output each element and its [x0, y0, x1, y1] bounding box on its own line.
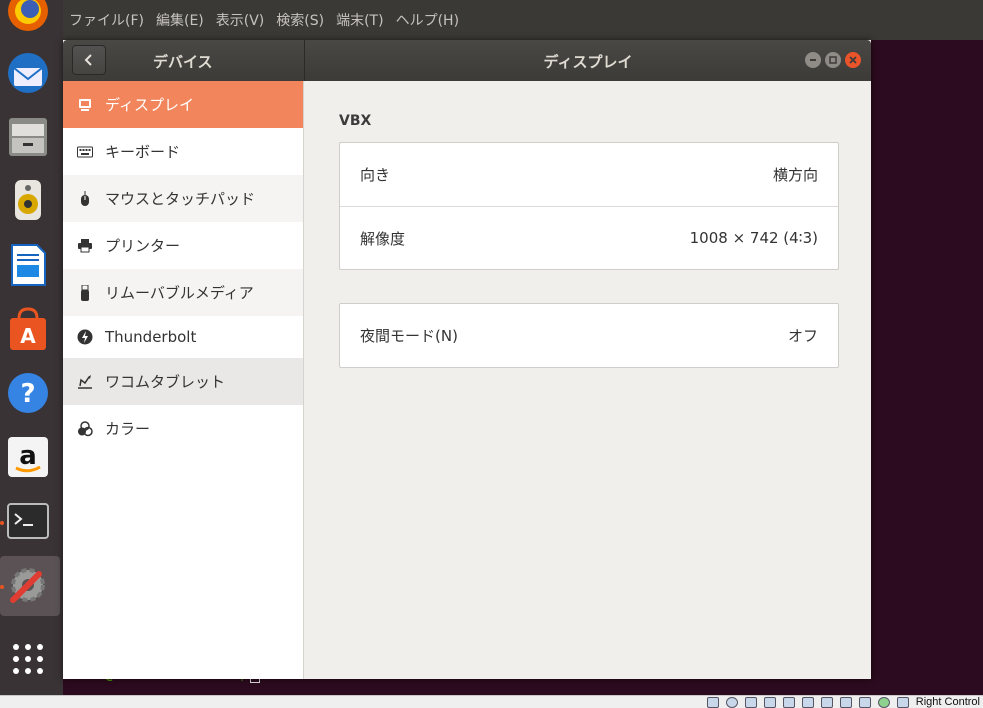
svg-text:?: ? [20, 379, 35, 409]
sidebar-item-label: キーボード [105, 143, 181, 161]
thunderbird-icon[interactable] [5, 50, 51, 96]
orientation-row[interactable]: 向き 横方向 [340, 143, 838, 206]
sidebar-item-label: プリンター [105, 237, 181, 255]
sidebar-item-label: Thunderbolt [105, 328, 197, 346]
svg-text:A: A [20, 324, 36, 348]
close-icon [849, 56, 857, 64]
sidebar-item-thunderbolt[interactable]: Thunderbolt [63, 316, 303, 358]
sidebar-item-wacom-tablet[interactable]: ワコムタブレット [63, 358, 303, 405]
help-icon[interactable]: ? [5, 370, 51, 416]
sidebar-item-keyboard[interactable]: キーボード [63, 128, 303, 175]
sidebar-item-removable-media[interactable]: リムーバブルメディア [63, 269, 303, 316]
titlebar: デバイス ディスプレイ [63, 40, 871, 81]
shared-folders-icon[interactable] [802, 697, 814, 708]
minimize-button[interactable] [805, 52, 821, 68]
monitor-name: VBX [339, 113, 372, 129]
usb-device-icon[interactable] [783, 697, 795, 708]
settings-icon[interactable] [5, 562, 51, 608]
minimize-icon [810, 59, 816, 61]
maximize-button[interactable] [825, 52, 841, 68]
amazon-icon[interactable]: a [5, 434, 51, 480]
page-title: ディスプレイ [543, 53, 633, 71]
network-icon[interactable] [764, 697, 776, 708]
sidebar-item-label: ワコムタブレット [105, 373, 226, 391]
color-icon [77, 420, 93, 437]
orientation-label: 向き [360, 166, 391, 184]
host-key-label: Right Control [915, 696, 980, 708]
sidebar-item-mouse[interactable]: マウスとタッチパッド [63, 175, 303, 222]
resolution-value: 1008 × 742 (4∶3) [689, 229, 818, 247]
orientation-value: 横方向 [772, 166, 818, 184]
files-icon[interactable] [5, 114, 51, 160]
back-button[interactable] [72, 45, 106, 75]
settings-running-indicator [0, 585, 4, 589]
terminal-running-indicator [0, 521, 4, 525]
firefox-icon[interactable] [5, 0, 51, 34]
sidebar-item-label: カラー [105, 420, 151, 438]
menu-view[interactable]: 表示(V) [216, 10, 265, 30]
sidebar: ディスプレイ キーボード マウスとタッチパッド プリンター リムーバブルメディア… [63, 81, 304, 679]
optical-drive-icon[interactable] [726, 697, 738, 708]
sidebar-item-label: マウスとタッチパッド [105, 190, 256, 208]
sidebar-item-color[interactable]: カラー [63, 405, 303, 452]
night-mode-card: 夜間モード(N) オフ [339, 303, 839, 368]
menu-terminal[interactable]: 端末(T) [336, 10, 383, 30]
sidebar-item-display[interactable]: ディスプレイ [63, 81, 303, 128]
display-icon [77, 97, 93, 113]
sidebar-item-label: ディスプレイ [105, 96, 194, 114]
night-mode-label: 夜間モード(N) [360, 327, 458, 345]
thunderbolt-icon [77, 329, 93, 345]
night-mode-row[interactable]: 夜間モード(N) オフ [340, 304, 838, 367]
mouse-icon [77, 190, 93, 207]
virtualbox-statusbar: Right Control [0, 695, 983, 708]
terminal-icon[interactable] [5, 498, 51, 544]
menu-search[interactable]: 検索(S) [276, 10, 324, 30]
night-mode-value: オフ [787, 327, 818, 345]
rhythmbox-icon[interactable] [5, 178, 51, 224]
audio-icon[interactable] [745, 697, 757, 708]
display-panel: VBX 向き 横方向 解像度 1008 × 742 (4∶3) 夜間モード(N)… [305, 81, 871, 679]
settings-window: デバイス ディスプレイ ディスプレイ キーボード マウスとタッチパッド プリンタ… [63, 40, 871, 679]
chevron-left-icon [84, 54, 92, 66]
mouse-integration-icon[interactable] [878, 697, 890, 708]
writer-icon[interactable] [5, 242, 51, 288]
video-capture-icon[interactable] [840, 697, 852, 708]
monitor-settings-card: 向き 横方向 解像度 1008 × 742 (4∶3) [339, 142, 839, 270]
keyboard-capture-icon[interactable] [897, 697, 909, 708]
svg-text:a: a [19, 441, 37, 471]
dock: A ? a [0, 0, 63, 695]
tablet-icon [77, 374, 93, 390]
sidebar-item-printer[interactable]: プリンター [63, 222, 303, 269]
sidebar-item-label: リムーバブルメディア [105, 284, 254, 302]
usb-icon [77, 284, 93, 301]
panel-title: デバイス [153, 53, 213, 71]
menu-file[interactable]: ファイル(F) [69, 10, 144, 30]
resolution-label: 解像度 [360, 229, 406, 248]
terminal-menubar: ファイル(F) 編集(E) 表示(V) 検索(S) 端末(T) ヘルプ(H) [63, 0, 983, 40]
hard-disk-icon[interactable] [707, 697, 719, 708]
show-apps-icon[interactable] [5, 636, 51, 682]
menu-help[interactable]: ヘルプ(H) [396, 10, 459, 30]
keyboard-icon [77, 144, 93, 160]
software-center-icon[interactable]: A [5, 306, 51, 352]
printer-icon [77, 238, 93, 254]
close-button[interactable] [845, 52, 861, 68]
menu-edit[interactable]: 編集(E) [156, 10, 204, 30]
maximize-icon [829, 56, 837, 64]
display-device-icon[interactable] [821, 697, 833, 708]
cpu-icon[interactable] [859, 697, 871, 708]
resolution-row[interactable]: 解像度 1008 × 742 (4∶3) [340, 206, 838, 269]
